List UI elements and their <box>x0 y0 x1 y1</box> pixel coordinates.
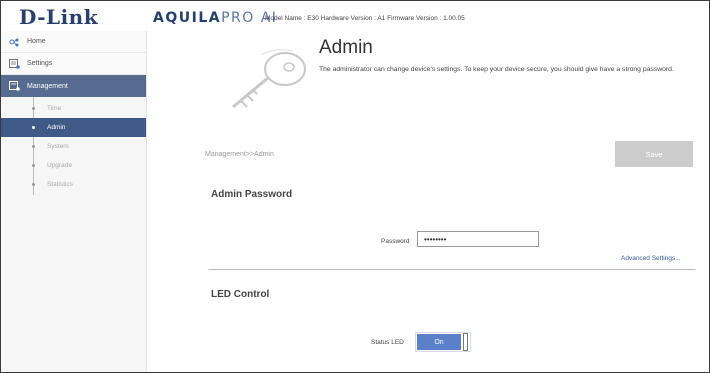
submenu-item-label: Admin <box>47 124 66 131</box>
submenu-item-label: Statistics <box>47 181 74 188</box>
bullet-icon <box>32 183 35 186</box>
page-title: Admin <box>319 37 373 58</box>
submenu-item-label: Time <box>47 105 62 112</box>
sidebar-item-label: Home <box>27 38 46 45</box>
management-icon <box>9 81 20 91</box>
toggle-on-state: On <box>417 334 461 350</box>
submenu-item-time[interactable]: Time <box>1 99 146 118</box>
led-control-heading: LED Control <box>211 289 270 300</box>
home-icon <box>9 38 19 47</box>
page-description: The administrator can change device's se… <box>319 66 674 73</box>
top-bar: AQUILAPRO AI Model Name : E30 Hardware V… <box>147 1 709 31</box>
router-admin-window: D-Link AQUILAPRO AI Model Name : E30 Har… <box>0 0 710 373</box>
admin-password-heading: Admin Password <box>211 189 293 200</box>
save-button[interactable]: Save <box>615 141 693 167</box>
sidebar-item-management[interactable]: Management <box>1 75 146 97</box>
bullet-icon <box>32 145 35 148</box>
password-field[interactable] <box>417 231 539 247</box>
main-content: Admin The administrator can change devic… <box>147 31 709 372</box>
brand-main: AQUILA <box>153 10 222 26</box>
logo-area: D-Link <box>1 1 147 31</box>
settings-icon <box>9 59 20 69</box>
breadcrumb: Management>>Admin <box>205 151 274 158</box>
status-led-label: Status LED <box>371 339 404 346</box>
advanced-settings-link[interactable]: Advanced Settings... <box>621 255 681 262</box>
management-submenu: Time Admin System Upgrade Statistics <box>1 97 146 195</box>
bullet-icon <box>32 107 35 110</box>
status-led-toggle[interactable]: On <box>415 332 471 352</box>
dlink-logo[interactable]: D-Link <box>19 5 98 29</box>
sidebar: Home Settings Management Time Admin Syst… <box>1 31 147 372</box>
submenu-item-system[interactable]: System <box>1 137 146 156</box>
submenu-item-upgrade[interactable]: Upgrade <box>1 156 146 175</box>
submenu-item-label: Upgrade <box>47 162 72 169</box>
submenu-item-statistics[interactable]: Statistics <box>1 175 146 194</box>
product-brand: AQUILAPRO AI <box>153 10 277 26</box>
sidebar-item-label: Settings <box>27 60 53 67</box>
bullet-icon <box>32 164 35 167</box>
key-icon <box>232 49 306 109</box>
sidebar-item-home[interactable]: Home <box>1 31 146 53</box>
section-divider <box>209 269 695 270</box>
password-label: Password <box>381 238 410 245</box>
model-info: Model Name : E30 Hardware Version : A1 F… <box>265 15 465 22</box>
sidebar-item-settings[interactable]: Settings <box>1 53 146 75</box>
toggle-knob[interactable] <box>463 333 468 351</box>
sidebar-item-label: Management <box>27 82 68 90</box>
submenu-item-admin[interactable]: Admin <box>1 118 146 137</box>
bullet-icon <box>32 126 35 129</box>
submenu-item-label: System <box>47 143 69 150</box>
